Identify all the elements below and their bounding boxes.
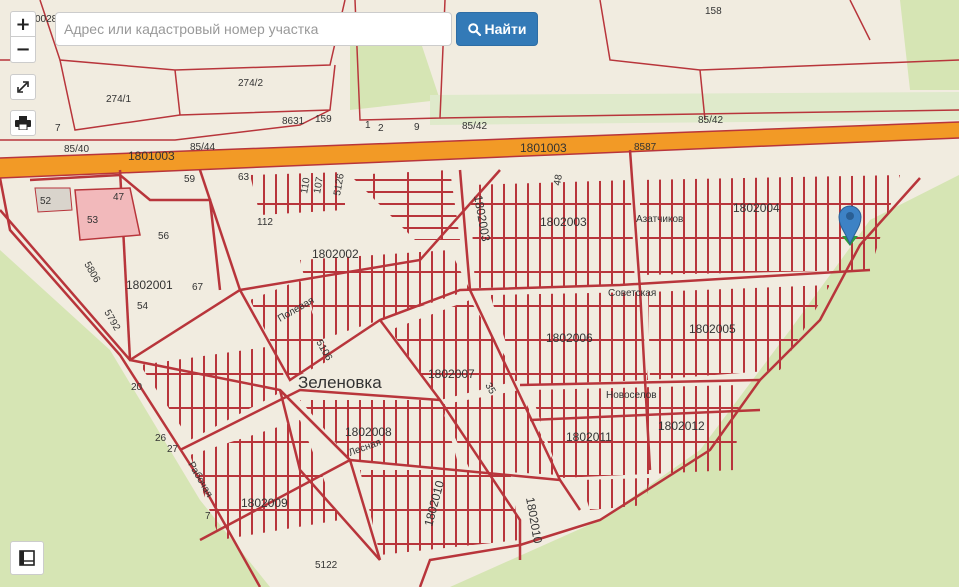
parcel-label: 8587 (634, 142, 657, 153)
parcel-label: 63 (238, 172, 250, 183)
parcel-label: 7 (55, 123, 61, 134)
parcel-label: 159 (315, 114, 332, 125)
quarter-label: 1802007 (428, 367, 475, 381)
parcel-label: 158 (705, 6, 722, 17)
parcel-label: 26 (155, 433, 167, 444)
quarter-label: 1802012 (658, 419, 705, 433)
street-label: Азатчиков (636, 214, 683, 225)
expand-icon (17, 81, 29, 93)
parcel-label: 53 (87, 215, 99, 226)
quarter-label: 1802009 (241, 496, 288, 510)
search-button[interactable]: Найти (456, 12, 538, 46)
cadastral-map[interactable]: 158 0028 274/1 274/2 8631 159 7 85/40 85… (0, 0, 959, 587)
street-label: Советская (608, 288, 656, 299)
search-icon (467, 22, 481, 36)
parcel-label: 85/42 (462, 121, 487, 132)
quarter-label: 1802003 (540, 215, 587, 229)
parcel-label: 52 (40, 196, 52, 207)
parcel-label: 274/2 (238, 78, 263, 89)
parcel-label: 8631 (282, 116, 305, 127)
parcel-label: 112 (257, 217, 273, 228)
quarter-label: 1802004 (733, 201, 780, 215)
parcel-label: 7 (205, 511, 211, 522)
search-input[interactable] (55, 12, 452, 46)
parcel-label: 2 (378, 123, 384, 134)
street-label: Новоселов (606, 390, 657, 401)
parcel-label: 85/40 (64, 144, 89, 155)
quarter-label: 1802011 (566, 430, 612, 444)
parcel-label: 54 (137, 301, 149, 312)
quarter-label: 1802002 (312, 247, 359, 261)
parcel-label: 274/1 (106, 94, 131, 105)
parcel-label: 85/44 (190, 142, 215, 153)
zoom-out-button[interactable]: − (10, 37, 36, 63)
search-button-label: Найти (484, 21, 527, 37)
quarter-label: 1802001 (126, 278, 173, 292)
quarter-label: 1802008 (345, 425, 392, 439)
parcel-label: 59 (184, 174, 196, 185)
parcel-label: 47 (113, 192, 125, 203)
layers-icon (19, 550, 35, 566)
quarter-label: 1802005 (689, 322, 736, 336)
settlement-name: Зеленовка (298, 373, 382, 392)
parcel-label: 85/42 (698, 115, 723, 126)
parcel-label: 67 (192, 282, 204, 293)
parcel-label: 20 (131, 382, 143, 393)
fullscreen-button[interactable] (10, 74, 36, 100)
parcel-label: 27 (167, 444, 179, 455)
print-button[interactable] (10, 110, 36, 136)
print-icon (15, 116, 31, 130)
parcel-label: 5122 (315, 560, 338, 571)
quarter-label: 1801003 (128, 149, 175, 163)
quarter-label: 1801003 (520, 141, 567, 155)
parcel-label: 56 (158, 231, 170, 242)
quarter-label: 1802006 (546, 331, 593, 345)
layers-button[interactable] (10, 541, 44, 575)
zoom-in-button[interactable]: + (10, 11, 36, 37)
parcel-label: 9 (414, 122, 420, 133)
parcel-label: 1 (365, 120, 371, 131)
